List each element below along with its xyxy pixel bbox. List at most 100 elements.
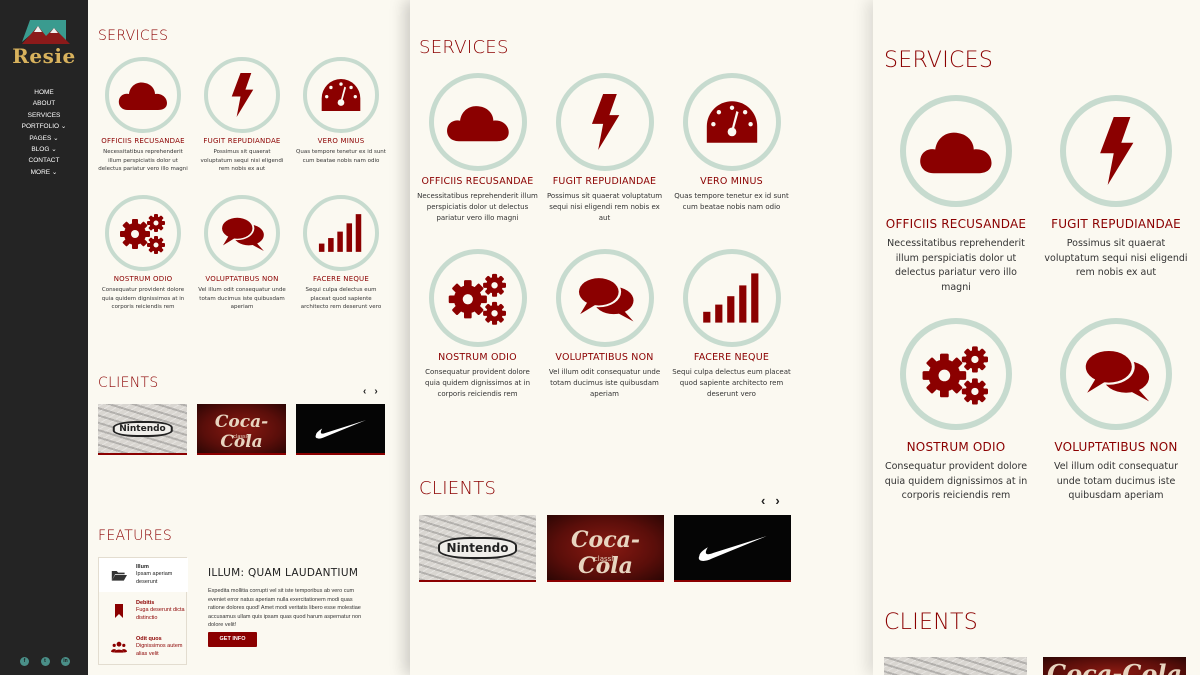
clients-heading: CLIENTS	[884, 610, 978, 635]
features-tab-list: Illum Ipsam aperiam deserunt Debitis Fug…	[98, 557, 188, 665]
clients-heading: CLIENTS	[98, 375, 159, 391]
feature-name: Debitis	[136, 600, 155, 606]
lightning-icon	[555, 73, 654, 171]
lightning-icon	[1060, 95, 1172, 207]
clients-heading: CLIENTS	[419, 478, 497, 499]
coca-cola-logo: Coca-Cola	[1046, 659, 1182, 675]
client-logo-nike[interactable]	[296, 404, 385, 455]
nav-item-about[interactable]: ABOUT	[0, 98, 88, 109]
nav-item-services[interactable]: SERVICES	[0, 110, 88, 121]
nintendo-logo: Nintendo	[437, 536, 518, 559]
dashboard-icon	[303, 57, 379, 133]
service-card: FACERE NEQUE Sequi culpa delectus eum pl…	[671, 249, 792, 400]
service-card: FUGIT REPUDIANDAE Possimus sit quaerat v…	[544, 73, 665, 224]
service-text: Sequi culpa delectus eum placeat quod sa…	[300, 287, 382, 310]
service-title: NOSTRUM ODIO	[438, 352, 517, 363]
service-title: VOLUPTATIBUS NON	[555, 352, 654, 363]
features-heading: FEATURES	[98, 528, 173, 544]
twitter-icon[interactable]: t	[40, 657, 50, 666]
nike-swoosh-logo	[315, 419, 366, 439]
service-card: VERO MINUS Quas tempore tenetur ex id su…	[671, 73, 792, 213]
prev-arrow-icon[interactable]: ‹	[761, 493, 765, 508]
nav-item-blog[interactable]: BLOG ⌄	[0, 144, 88, 155]
service-card: OFFICIIS RECUSANDAE Necessitatibus repre…	[881, 95, 1031, 295]
get-info-button[interactable]: GET INFO	[208, 632, 257, 647]
users-icon	[111, 641, 127, 653]
service-title: VOLUPTATIBUS NON	[1054, 440, 1178, 454]
facebook-icon[interactable]: f	[20, 657, 29, 666]
clients-carousel-nav: ‹ ›	[363, 386, 378, 397]
service-card: OFFICIIS RECUSANDAE Necessitatibus repre…	[417, 73, 538, 224]
service-text: Possimus sit quaerat voluptatum sequi ni…	[1044, 238, 1188, 278]
chat-bubbles-icon	[1060, 318, 1172, 430]
nav-item-pages[interactable]: PAGES ⌄	[0, 133, 88, 144]
next-arrow-icon[interactable]: ›	[775, 493, 779, 508]
feature-desc: Fuga deserunt dicta distinctio	[136, 607, 185, 621]
next-arrow-icon[interactable]: ›	[374, 386, 377, 397]
service-title: VOLUPTATIBUS NON	[205, 275, 279, 283]
service-card: VOLUPTATIBUS NON Vel illum odit consequa…	[197, 195, 287, 312]
service-title: NOSTRUM ODIO	[906, 440, 1006, 454]
nav-item-more[interactable]: MORE ⌄	[0, 167, 88, 178]
sidebar: Resie HOME ABOUT SERVICES PORTFOLIO ⌄ PA…	[0, 0, 88, 675]
service-title: FUGIT REPUDIANDAE	[203, 137, 281, 145]
service-title: OFFICIIS RECUSANDAE	[885, 217, 1027, 231]
feature-tab-debitis[interactable]: Debitis Fuga deserunt dicta distinctio	[99, 594, 188, 628]
service-card: FUGIT REPUDIANDAE Possimus sit quaerat v…	[1041, 95, 1191, 281]
service-text: Necessitatibus reprehenderit illum persp…	[417, 192, 538, 222]
nike-swoosh-logo	[698, 535, 767, 561]
logo[interactable]: Resie	[8, 18, 80, 70]
feature-detail-body: Expedita mollitia corrupti vel sit iste …	[208, 588, 362, 628]
feature-name: Odit quos	[136, 636, 162, 642]
service-title: NOSTRUM ODIO	[113, 275, 173, 283]
services-heading: SERVICES	[419, 37, 509, 58]
service-text: Consequatur provident dolore quia quidem…	[101, 287, 185, 310]
feature-name: Illum	[136, 564, 149, 570]
desktop-preview-panel: Resie HOME ABOUT SERVICES PORTFOLIO ⌄ PA…	[0, 0, 410, 675]
services-heading: SERVICES	[98, 28, 169, 44]
client-logo-nintendo[interactable]: Nintendo	[419, 515, 536, 582]
prev-arrow-icon[interactable]: ‹	[363, 386, 366, 397]
linkedin-icon[interactable]: in	[61, 657, 70, 666]
service-text: Quas tempore tenetur ex id sunt cum beat…	[674, 192, 789, 211]
feature-desc: Dignissimos autem alias velit	[136, 643, 183, 657]
cloud-icon	[105, 57, 181, 133]
service-title: FUGIT REPUDIANDAE	[552, 176, 657, 187]
service-card: VOLUPTATIBUS NON Vel illum odit consequa…	[1041, 318, 1191, 504]
service-text: Consequatur provident dolore quia quidem…	[884, 461, 1028, 501]
service-title: FACERE NEQUE	[693, 352, 770, 363]
coca-cola-sub: classic	[593, 555, 618, 563]
client-logo-nintendo[interactable]: Nintendo	[98, 404, 187, 455]
texture	[884, 657, 1027, 675]
chat-bubbles-icon	[204, 195, 280, 271]
client-logo-nintendo[interactable]	[884, 657, 1027, 675]
social-links: f t in	[20, 657, 70, 666]
services-heading: SERVICES	[884, 48, 994, 73]
coca-cola-logo: Coca-Cola	[571, 527, 640, 579]
service-card: VOLUPTATIBUS NON Vel illum odit consequa…	[544, 249, 665, 400]
cloud-icon	[428, 73, 527, 171]
nav-item-home[interactable]: HOME	[0, 87, 88, 98]
nav-item-contact[interactable]: CONTACT	[0, 155, 88, 166]
feature-detail-heading: ILLUM: QUAM LAUDANTIUM	[208, 567, 359, 579]
service-text: Vel illum odit consequatur unde totam du…	[198, 287, 286, 310]
client-logo-coca-cola[interactable]: Coca-Cola classic	[547, 515, 664, 582]
signal-bars-icon	[303, 195, 379, 271]
responsive-preview-stage: Resie HOME ABOUT SERVICES PORTFOLIO ⌄ PA…	[0, 0, 1200, 675]
service-text: Sequi culpa delectus eum placeat quod sa…	[672, 368, 791, 398]
feature-tab-illum[interactable]: Illum Ipsam aperiam deserunt	[99, 558, 188, 592]
client-logo-nike[interactable]	[674, 515, 791, 582]
main-nav: HOME ABOUT SERVICES PORTFOLIO ⌄ PAGES ⌄ …	[0, 87, 88, 178]
coca-cola-logo: Coca-Cola	[214, 412, 269, 452]
service-title: OFFICIIS RECUSANDAE	[421, 176, 534, 187]
service-title: VERO MINUS	[317, 137, 365, 145]
brand-name: Resie	[12, 44, 76, 68]
nav-item-portfolio[interactable]: PORTFOLIO ⌄	[0, 121, 88, 132]
client-logo-coca-cola[interactable]: Coca-Cola classic	[197, 404, 286, 455]
service-text: Vel illum odit consequatur unde totam du…	[548, 368, 661, 398]
cloud-icon	[900, 95, 1012, 207]
client-logo-coca-cola[interactable]: Coca-Cola	[1043, 657, 1186, 675]
feature-tab-odit-quos[interactable]: Odit quos Dignissimos autem alias velit	[99, 630, 188, 664]
service-text: Necessitatibus reprehenderit illum persp…	[887, 238, 1025, 293]
service-card: FACERE NEQUE Sequi culpa delectus eum pl…	[296, 195, 386, 312]
